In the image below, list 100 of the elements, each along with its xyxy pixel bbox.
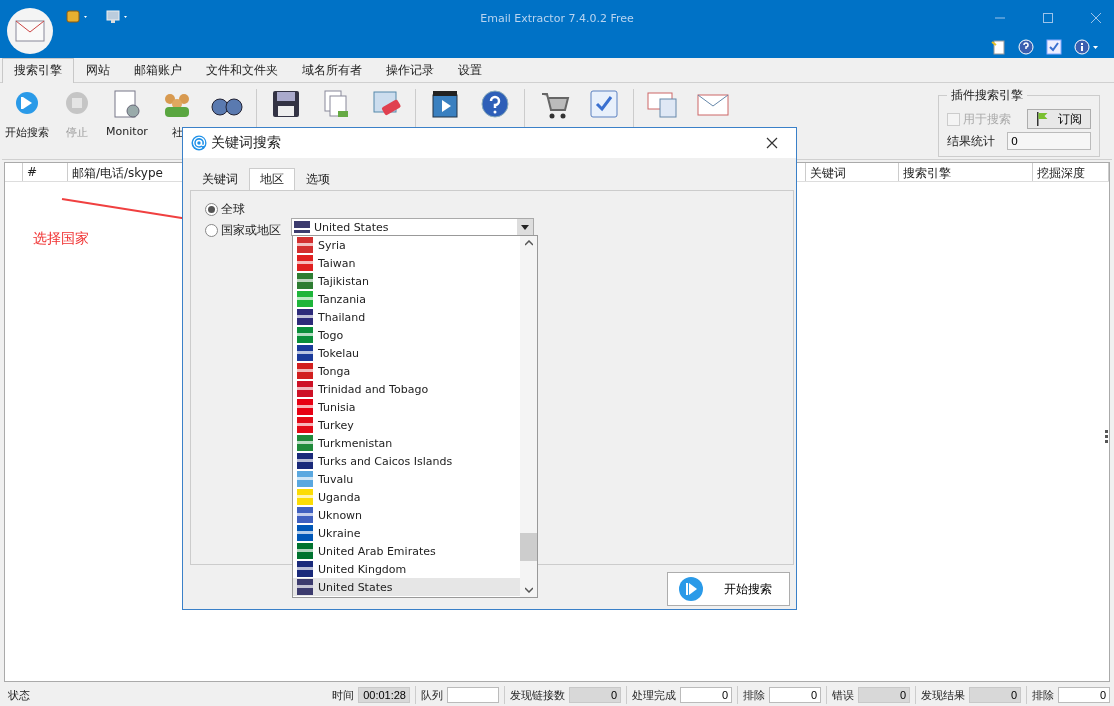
flag-icon bbox=[297, 273, 313, 289]
country-option[interactable]: United States bbox=[293, 578, 520, 596]
status-field[interactable]: 0 bbox=[858, 687, 910, 703]
country-option[interactable]: Syria bbox=[293, 236, 520, 254]
close-icon[interactable] bbox=[766, 137, 778, 149]
dialog-title: 关键词搜索 bbox=[211, 134, 281, 152]
status-field-label: 发现链接数 bbox=[510, 687, 565, 703]
country-option[interactable]: Turkey bbox=[293, 416, 520, 434]
status-field-label: 队列 bbox=[421, 687, 443, 703]
menu-tab[interactable]: 邮箱账户 bbox=[122, 58, 194, 82]
flag-icon bbox=[297, 399, 313, 415]
flag-icon bbox=[297, 381, 313, 397]
country-option[interactable]: Tonga bbox=[293, 362, 520, 380]
result-count-label: 结果统计 bbox=[947, 132, 995, 150]
menu-tab[interactable]: 设置 bbox=[446, 58, 494, 82]
radio-button[interactable]: 全球 bbox=[205, 201, 281, 218]
status-field[interactable]: 0 bbox=[569, 687, 621, 703]
menu-tab[interactable]: 域名所有者 bbox=[290, 58, 374, 82]
column-header[interactable]: 搜索引擎 bbox=[899, 163, 1033, 181]
flag-icon bbox=[297, 489, 313, 505]
flag-icon bbox=[297, 579, 313, 595]
status-field-label: 排除 bbox=[1032, 687, 1054, 703]
scrollbar[interactable] bbox=[520, 236, 537, 597]
flag-icon bbox=[297, 561, 313, 577]
menu-tab[interactable]: 搜索引擎 bbox=[2, 58, 74, 83]
country-option[interactable]: Thailand bbox=[293, 308, 520, 326]
flag-icon bbox=[297, 417, 313, 433]
flag-icon bbox=[297, 543, 313, 559]
toolbar-button[interactable]: 社 bbox=[152, 89, 202, 140]
scroll-thumb[interactable] bbox=[520, 533, 537, 561]
country-option[interactable]: Trinidad and Tobago bbox=[293, 380, 520, 398]
toolbar-button[interactable]: 开始搜索 bbox=[2, 89, 52, 140]
status-field-label: 处理完成 bbox=[632, 687, 676, 703]
flag-icon bbox=[297, 309, 313, 325]
checkbox-icon[interactable] bbox=[1046, 39, 1062, 55]
flag-icon bbox=[297, 255, 313, 271]
country-option[interactable]: Uknown bbox=[293, 506, 520, 524]
status-field[interactable]: 0 bbox=[769, 687, 821, 703]
status-field[interactable]: 0 bbox=[969, 687, 1021, 703]
result-count-field[interactable]: 0 bbox=[1007, 132, 1091, 150]
at-sign-icon bbox=[191, 135, 207, 151]
flag-icon bbox=[297, 453, 313, 469]
country-option[interactable]: Togo bbox=[293, 326, 520, 344]
column-header[interactable]: # bbox=[23, 163, 68, 181]
country-option[interactable]: Turks and Caicos Islands bbox=[293, 452, 520, 470]
dropdown-caret-icon[interactable] bbox=[517, 219, 533, 235]
splitter-grip-icon[interactable] bbox=[1105, 430, 1108, 444]
menu-tab[interactable]: 文件和文件夹 bbox=[194, 58, 290, 82]
toolbar-button[interactable]: Monitor bbox=[102, 89, 152, 138]
menu-tab[interactable]: 网站 bbox=[74, 58, 122, 82]
column-header[interactable]: 关键词 bbox=[805, 163, 899, 181]
country-option[interactable]: Tunisia bbox=[293, 398, 520, 416]
country-option[interactable]: United Arab Emirates bbox=[293, 542, 520, 560]
country-option[interactable]: Uganda bbox=[293, 488, 520, 506]
flag-icon bbox=[297, 345, 313, 361]
country-option[interactable]: Tajikistan bbox=[293, 272, 520, 290]
status-field-label: 错误 bbox=[832, 687, 854, 703]
info-icon[interactable] bbox=[1074, 39, 1100, 55]
status-field[interactable] bbox=[447, 687, 499, 703]
flag-icon bbox=[297, 291, 313, 307]
status-field-label: 时间 bbox=[332, 687, 354, 703]
country-option[interactable]: United Kingdom bbox=[293, 560, 520, 578]
flag-icon bbox=[297, 435, 313, 451]
start-icon bbox=[678, 576, 704, 602]
wand-page-icon[interactable] bbox=[990, 39, 1006, 55]
group-title: 插件搜索引擎 bbox=[950, 87, 1024, 104]
flag-icon bbox=[297, 507, 313, 523]
column-header[interactable]: 挖掘深度 bbox=[1033, 163, 1109, 181]
dialog-tab[interactable]: 选项 bbox=[295, 168, 341, 190]
country-option[interactable]: Tanzania bbox=[293, 290, 520, 308]
menu-tab[interactable]: 操作记录 bbox=[374, 58, 446, 82]
envelope-logo-icon[interactable] bbox=[7, 8, 53, 54]
status-field[interactable]: 0 bbox=[680, 687, 732, 703]
status-field-label: 排除 bbox=[743, 687, 765, 703]
window-title: Email Extractor 7.4.0.2 Free bbox=[479, 12, 635, 25]
country-dropdown[interactable]: United States bbox=[291, 218, 534, 236]
start-search-button[interactable]: 开始搜索 bbox=[667, 572, 790, 606]
annotation-label: 选择国家 bbox=[33, 230, 89, 248]
status-field[interactable]: 00:01:28 bbox=[358, 687, 410, 703]
flag-icon bbox=[294, 221, 310, 233]
status-field-label: 发现结果 bbox=[921, 687, 965, 703]
dialog-tab[interactable]: 地区 bbox=[249, 168, 295, 190]
flag-icon bbox=[1034, 111, 1050, 127]
status-label: 状态 bbox=[8, 687, 30, 703]
status-field[interactable]: 0 bbox=[1058, 687, 1110, 703]
country-option[interactable]: Taiwan bbox=[293, 254, 520, 272]
subscribe-button[interactable]: 订阅 bbox=[1027, 109, 1091, 129]
country-option[interactable]: Ukraine bbox=[293, 524, 520, 542]
scroll-up-icon[interactable] bbox=[524, 240, 533, 246]
flag-icon bbox=[297, 327, 313, 343]
flag-icon bbox=[297, 363, 313, 379]
scroll-down-icon[interactable] bbox=[524, 587, 533, 593]
country-option[interactable]: Tuvalu bbox=[293, 470, 520, 488]
flag-icon bbox=[297, 471, 313, 487]
maximize-icon[interactable] bbox=[1042, 12, 1054, 24]
flag-icon bbox=[297, 525, 313, 541]
help-icon[interactable] bbox=[1018, 39, 1034, 55]
radio-button[interactable]: 国家或地区 bbox=[205, 222, 281, 239]
country-option[interactable]: Tokelau bbox=[293, 344, 520, 362]
country-option[interactable]: Turkmenistan bbox=[293, 434, 520, 452]
